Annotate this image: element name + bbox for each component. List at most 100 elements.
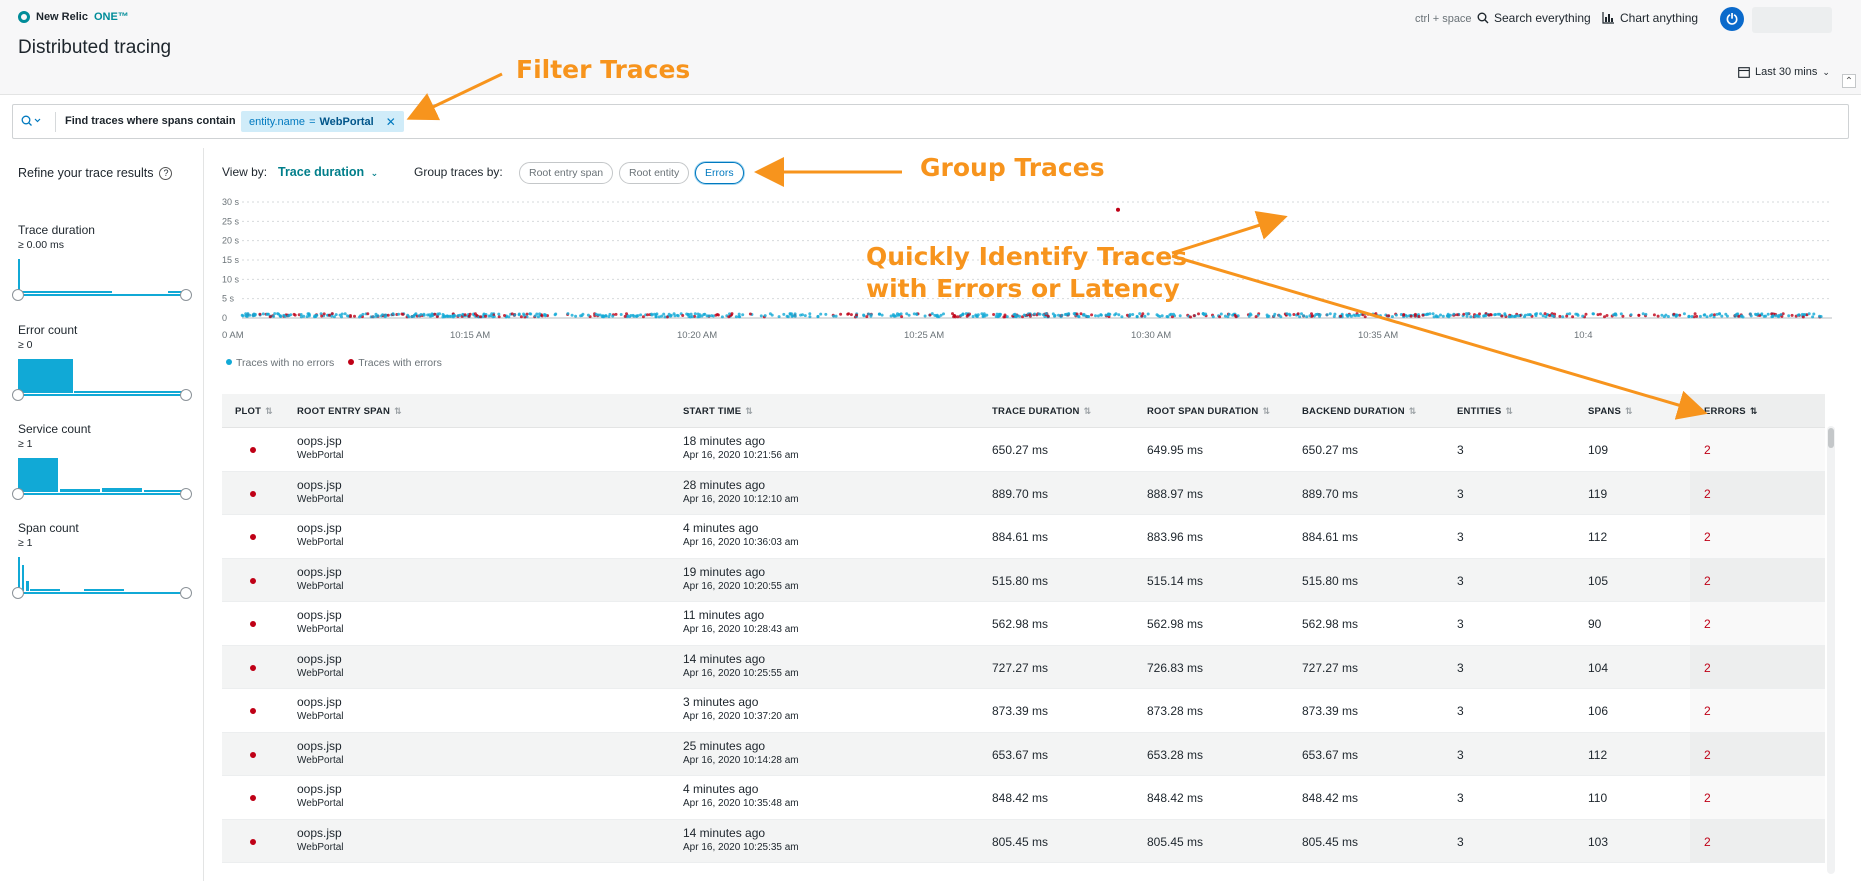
table-row[interactable]: oops.jsp WebPortal 28 minutes ago Apr 16, 2… xyxy=(222,471,1825,515)
trace-point xyxy=(1674,314,1678,318)
refine-heading: Refine your trace results ? xyxy=(18,166,173,180)
error-trace-point xyxy=(849,313,853,317)
power-icon[interactable]: ⏻ xyxy=(1720,7,1744,31)
error-trace-point xyxy=(1558,314,1562,318)
range-handle-max[interactable] xyxy=(180,289,192,301)
trace-point xyxy=(1641,312,1645,316)
root-span-duration-cell: 515.14 ms xyxy=(1147,573,1204,588)
table-row[interactable]: oops.jsp WebPortal 18 minutes ago Apr 16, 2… xyxy=(222,428,1825,472)
trace-point xyxy=(1503,312,1507,316)
table-row[interactable]: oops.jsp WebPortal 4 minutes ago Apr 16, 20… xyxy=(222,515,1825,559)
backend-duration-cell: 889.70 ms xyxy=(1302,486,1359,501)
range-handle-min[interactable] xyxy=(12,587,24,599)
group-by-root-entity[interactable]: Root entity xyxy=(619,162,690,184)
entities-cell: 3 xyxy=(1457,747,1464,762)
plot-error-dot xyxy=(250,490,256,497)
trace-point xyxy=(824,312,828,316)
remove-filter-icon[interactable]: ✕ xyxy=(386,115,396,129)
legend-item-no-errors[interactable]: Traces with no errors xyxy=(226,357,334,369)
table-scrollbar[interactable] xyxy=(1827,426,1835,874)
range-handle-min[interactable] xyxy=(12,488,24,500)
new-relic-logo[interactable]: New Relic ONE™ xyxy=(18,11,129,23)
trace-point xyxy=(862,314,866,318)
errors-cell: 2 xyxy=(1704,573,1711,588)
table-row[interactable]: oops.jsp WebPortal 19 minutes ago Apr 16, 2… xyxy=(222,558,1825,602)
column-header-plot[interactable]: PLOT ⇅ xyxy=(235,406,273,417)
column-header-entities[interactable]: ENTITIES ⇅ xyxy=(1457,406,1513,417)
spans-cell: 119 xyxy=(1588,486,1608,501)
table-row[interactable]: oops.jsp WebPortal 14 minutes ago Apr 16, 2… xyxy=(222,819,1825,863)
table-row[interactable]: oops.jsp WebPortal 25 minutes ago Apr 16, 2… xyxy=(222,732,1825,776)
spans-cell: 103 xyxy=(1588,834,1609,849)
range-handle-max[interactable] xyxy=(180,488,192,500)
table-row[interactable]: oops.jsp WebPortal 14 minutes ago Apr 16, 2… xyxy=(222,645,1825,689)
range-handle-min[interactable] xyxy=(12,289,24,301)
trace-point xyxy=(880,313,884,317)
error-trace-point xyxy=(1192,314,1196,318)
error-trace-point xyxy=(1140,314,1144,318)
search-everything-button[interactable]: Search everything xyxy=(1477,11,1591,25)
error-trace-point xyxy=(681,314,685,317)
table-row[interactable]: oops.jsp WebPortal 3 minutes ago Apr 16, 20… xyxy=(222,689,1825,733)
group-by-errors[interactable]: Errors xyxy=(695,162,744,184)
histogram-bar xyxy=(102,488,142,492)
error-trace-point xyxy=(625,312,628,316)
range-handle-max[interactable] xyxy=(180,587,192,599)
view-by-dropdown[interactable]: Trace duration ⌄ xyxy=(278,165,378,179)
chevron-down-icon: ⌄ xyxy=(370,168,379,178)
trace-point xyxy=(586,313,590,317)
trace-point xyxy=(346,314,349,318)
column-header-errors[interactable]: ERRORS ⇅ xyxy=(1704,406,1758,417)
legend-item-errors[interactable]: Traces with errors xyxy=(348,357,442,369)
column-header-root-entry-span[interactable]: ROOT ENTRY SPAN ⇅ xyxy=(297,406,402,417)
backend-duration-cell: 562.98 ms xyxy=(1302,617,1359,631)
filter-search-dropdown[interactable] xyxy=(21,115,43,130)
trace-point xyxy=(686,313,690,317)
spans-cell: 109 xyxy=(1588,443,1609,457)
trace-point xyxy=(1510,314,1514,318)
user-menu[interactable] xyxy=(1752,7,1832,33)
time-range-picker[interactable]: Last 30 mins ⌄ xyxy=(1738,66,1830,78)
table-scroll-thumb[interactable] xyxy=(1828,428,1834,448)
column-header-backend-duration[interactable]: BACKEND DURATION ⇅ xyxy=(1302,406,1417,417)
error-trace-point xyxy=(730,312,734,316)
trace-point xyxy=(1760,312,1764,316)
start-time-cell: 25 minutes ago Apr 16, 2020 10:14:28 am xyxy=(683,739,799,766)
error-trace-point xyxy=(525,312,529,316)
table-row[interactable]: oops.jsp WebPortal 4 minutes ago Apr 16, 20… xyxy=(222,776,1825,820)
errors-cell: 2 xyxy=(1704,443,1711,457)
column-header-trace-duration[interactable]: TRACE DURATION ⇅ xyxy=(992,406,1091,417)
trace-point xyxy=(980,312,984,316)
trace-point xyxy=(711,314,715,318)
trace-point xyxy=(923,314,927,318)
range-handle-max[interactable] xyxy=(180,389,192,401)
trace-point xyxy=(276,312,280,316)
collapse-up-icon[interactable]: ⌃ xyxy=(1842,74,1856,88)
range-handle-min[interactable] xyxy=(12,389,24,401)
column-header-spans[interactable]: SPANS ⇅ xyxy=(1588,406,1633,417)
column-header-start-time[interactable]: START TIME ⇅ xyxy=(683,406,753,417)
trace-point xyxy=(1219,312,1223,316)
help-icon[interactable]: ? xyxy=(159,166,173,180)
chart-anything-button[interactable]: Chart anything xyxy=(1602,11,1698,25)
filter-chip-entity-name[interactable]: entity.name = WebPortal ✕ xyxy=(241,111,404,132)
errors-cell: 2 xyxy=(1704,486,1711,501)
root-entry-span-cell: oops.jsp WebPortal xyxy=(297,478,344,505)
error-trace-point xyxy=(748,312,752,316)
trace-point xyxy=(334,313,338,317)
table-row[interactable]: oops.jsp WebPortal 11 minutes ago Apr 16, 2… xyxy=(222,602,1825,646)
root-entity-name: WebPortal xyxy=(297,624,344,635)
spans-cell: 110 xyxy=(1588,791,1608,805)
group-by-root-entry-span[interactable]: Root entry span xyxy=(519,162,614,184)
trace-filter-bar[interactable]: Find traces where spans contain entity.n… xyxy=(12,104,1849,139)
trace-point xyxy=(799,313,803,317)
trace-point xyxy=(1592,312,1595,316)
backend-duration-cell: 884.61 ms xyxy=(1302,530,1359,544)
errors-cell: 2 xyxy=(1704,617,1711,631)
trace-point xyxy=(1469,315,1473,319)
y-tick-label: 25 s xyxy=(222,216,240,226)
start-time-absolute: Apr 16, 2020 10:25:35 am xyxy=(683,841,799,853)
start-time-absolute: Apr 16, 2020 10:12:10 am xyxy=(683,493,799,505)
trace-point xyxy=(832,314,836,318)
column-header-root-span-duration[interactable]: ROOT SPAN DURATION ⇅ xyxy=(1147,406,1270,417)
